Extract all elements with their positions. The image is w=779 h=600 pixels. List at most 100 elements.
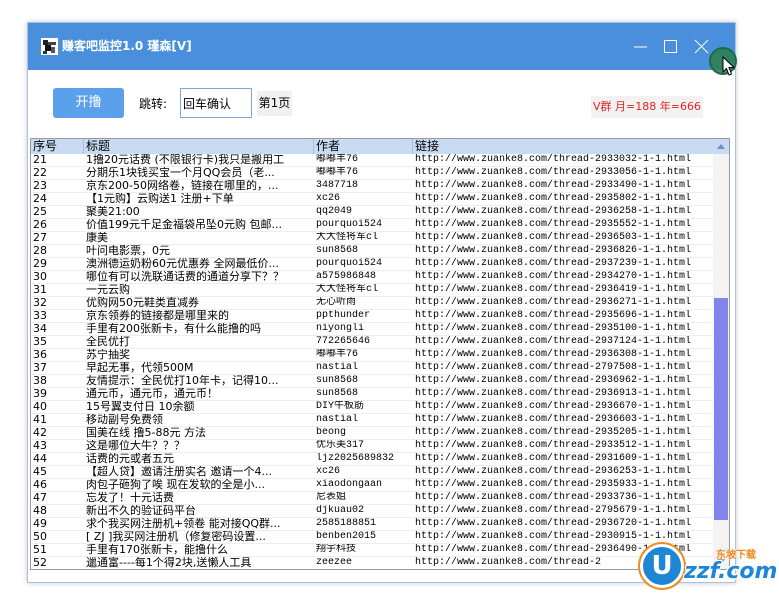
cell-author: xiaodongaan — [316, 479, 383, 490]
table-row[interactable]: 33 京东领券的链接都是哪里来的 ppthunder http://www.zuank… — [31, 310, 713, 323]
cell-link[interactable]: http://www.zuanke8.com/thread-2797508-1-… — [415, 362, 713, 375]
cell-link[interactable]: http://www.zuanke8.com/thread-2936962-1-… — [415, 375, 713, 388]
table-row[interactable]: 42 国美在线 撸5-88元 方法 beong http://www.zuanke8.… — [31, 427, 713, 440]
cell-link[interactable]: http://www.zuanke8.com/thread-2937124-1-… — [415, 336, 713, 349]
table-row[interactable]: 30 哪位有可以洗联通话费的通道分享下？？ a575986848 http://www… — [31, 271, 713, 284]
scroll-thumb[interactable] — [714, 298, 728, 520]
start-button[interactable]: 开撸 — [53, 88, 124, 118]
column-header-author[interactable]: 作者 — [314, 139, 413, 154]
cell-title: 哪位有可以洗联通话费的通道分享下？？ — [86, 271, 284, 283]
cell-author: nastial — [316, 414, 359, 425]
jump-label: 跳转: — [139, 97, 168, 111]
cell-author: sun8568 — [316, 388, 359, 399]
table-row[interactable]: 32 优购网50元鞋类直减券 无心听雨 http://www.zuanke8.com/… — [31, 297, 713, 310]
cell-link[interactable]: http://www.zuanke8.com/thread-2933512-1-… — [415, 440, 713, 453]
cell-author: 优乐美317 — [316, 440, 365, 451]
cell-link[interactable]: http://www.zuanke8.com/thread-2936253-1-… — [415, 466, 713, 479]
cell-title: 15号翼支付日 10余额 — [86, 401, 195, 413]
table-row[interactable]: 49 求个我买网注册机+领卷 能对接QQ群... 2585188851 http://… — [31, 518, 713, 531]
cell-link[interactable]: http://www.zuanke8.com/thread-2933736-1-… — [415, 492, 713, 505]
table-row[interactable]: 48 新出不久的验证码平台 djkuau02 http://www.zuanke8.c… — [31, 505, 713, 518]
table-row[interactable]: 41 移动副号免费领 nastial http://www.zuanke8.com/t… — [31, 414, 713, 427]
table-row[interactable]: 31 一元云购 大大怪将军cl http://www.zuanke8.com/thre… — [31, 284, 713, 297]
table-row[interactable]: 37 早起无事，代领500M nastial http://www.zuanke8.c… — [31, 362, 713, 375]
table-row[interactable]: 47 忘发了！十元话费 尼表姐 http://www.zuanke8.com/thre… — [31, 492, 713, 505]
table-row[interactable]: 50[ ZJ ]我买网注册机（修复密码设置... benben2015 http:/… — [31, 531, 713, 544]
column-header-title[interactable]: 标题 — [84, 139, 314, 154]
table-row[interactable]: 25 聚美21:00 qq2049 http://www.zuanke8.com/th… — [31, 206, 713, 219]
column-header-number[interactable]: 序号 — [31, 139, 84, 154]
table-row[interactable]: 22 分期乐1块钱买宝一个月QQ会员（老... 嘟嘟羊76 http://www.zu… — [31, 167, 713, 180]
cell-link[interactable]: http://www.zuanke8.com/thread-2933032-1-… — [415, 154, 713, 167]
table-row[interactable]: 51 手里有170张新卡，能撸什么 翔宇科技 http://www.zuanke8.c… — [31, 544, 713, 557]
cell-title: 手里有200张新卡，有什么能撸的吗 — [86, 323, 261, 335]
cell-link[interactable]: http://www.zuanke8.com/thread-2935696-1-… — [415, 310, 713, 323]
cell-number: 28 — [33, 245, 47, 257]
cell-author: 嘟嘟羊76 — [316, 349, 359, 360]
cell-title: 求个我买网注册机+领卷 能对接QQ群... — [86, 518, 281, 530]
cell-title: 忘发了！十元话费 — [86, 492, 174, 504]
table-row[interactable]: 34 手里有200张新卡，有什么能撸的吗 niyongli http://www.zu… — [31, 323, 713, 336]
cell-author: niyongli — [316, 323, 365, 334]
table-row[interactable]: 46 肉包子砸狗了唉 现在发软的全是小... xiaodongaan http://w… — [31, 479, 713, 492]
cell-link[interactable]: http://www.zuanke8.com/thread-2795679-1-… — [415, 505, 713, 518]
cell-author: 772265646 — [316, 336, 371, 347]
cell-number: 22 — [33, 167, 47, 179]
cell-title: 京东200-50网络卷，链接在哪里的，... — [86, 180, 279, 192]
vertical-scrollbar[interactable] — [713, 139, 729, 569]
column-header-link[interactable]: 链接 — [413, 139, 713, 154]
cell-link[interactable]: http://www.zuanke8.com/thread-2936826-1-… — [415, 245, 713, 258]
table-row[interactable]: 35 全民优打 772265646 http://www.zuanke8.com/th… — [31, 336, 713, 349]
cell-number: 45 — [33, 466, 47, 478]
cell-link[interactable]: http://www.zuanke8.com/thread-2935100-1-… — [415, 323, 713, 336]
maximize-button[interactable] — [663, 39, 678, 54]
cell-link[interactable]: http://www.zuanke8.com/thread-2935205-1-… — [415, 427, 713, 440]
cell-link[interactable]: http://www.zuanke8.com/thread-2936670-1-… — [415, 401, 713, 414]
table-row[interactable]: 27 康美 大大怪将军cl http://www.zuanke8.com/thread… — [31, 232, 713, 245]
table-row[interactable]: 45 【超人贷】邀请注册实名 邀请一个4... xc26 http://www.zua… — [31, 466, 713, 479]
cell-link[interactable]: http://www.zuanke8.com/thread-2931609-1-… — [415, 453, 713, 466]
cell-link[interactable]: http://www.zuanke8.com/thread-2937239-1-… — [415, 258, 713, 271]
cell-title: 1撸20元话费 (不限银行卡)我只是搬用工 — [86, 154, 285, 166]
minimize-icon — [634, 46, 647, 48]
table-row[interactable]: 40 15号翼支付日 10余额 DIY牛板筋 http://www.zuanke8.c… — [31, 401, 713, 414]
cell-link[interactable]: http://www.zuanke8.com/thread-2936308-1-… — [415, 349, 713, 362]
cell-link[interactable]: http://www.zuanke8.com/thread-2935802-1-… — [415, 193, 713, 206]
table-row[interactable]: 26 价值199元千足金福袋吊坠0元购 包邮... pourquoi524 http:… — [31, 219, 713, 232]
table-row[interactable]: 38 友情提示：全民优打10年卡，记得10... sun8568 http://www… — [31, 375, 713, 388]
table-row[interactable]: 23 京东200-50网络卷，链接在哪里的，... 3487718 http://ww… — [31, 180, 713, 193]
table-body: 21 1撸20元话费 (不限银行卡)我只是搬用工 嘟嘟羊76 http://www.z… — [31, 154, 713, 569]
cell-link[interactable]: http://www.zuanke8.com/thread-2936271-1-… — [415, 297, 713, 310]
table-row[interactable]: 21 1撸20元话费 (不限银行卡)我只是搬用工 嘟嘟羊76 http://www.z… — [31, 154, 713, 167]
minimize-button[interactable] — [633, 39, 648, 54]
table-row[interactable]: 39 通元币，通元币，通元币！ sun8568 http://www.zuanke8.… — [31, 388, 713, 401]
cell-link[interactable]: http://www.zuanke8.com/thread-2936419-1-… — [415, 284, 713, 297]
cell-link[interactable]: http://www.zuanke8.com/thread-2933056-1-… — [415, 167, 713, 180]
cell-link[interactable]: http://www.zuanke8.com/thread-2934270-1-… — [415, 271, 713, 284]
cell-link[interactable]: http://www.zuanke8.com/thread-2936603-1-… — [415, 414, 713, 427]
jump-input[interactable] — [180, 88, 252, 118]
cell-title: 分期乐1块钱买宝一个月QQ会员（老... — [86, 167, 275, 179]
cell-link[interactable]: http://www.zuanke8.com/thread-2936503-1-… — [415, 232, 713, 245]
scroll-up-button[interactable] — [713, 139, 729, 154]
cell-link[interactable]: http://www.zuanke8.com/thread-2936720-1-… — [415, 518, 713, 531]
table-row[interactable]: 52 邋通富----每1个得2块,送懒人工具 zeezee http://www.zu… — [31, 557, 713, 569]
cell-link[interactable]: http://www.zuanke8.com/thread-2936913-1-… — [415, 388, 713, 401]
cell-link[interactable]: http://www.zuanke8.com/thread-2936258-1-… — [415, 206, 713, 219]
cell-link[interactable]: http://www.zuanke8.com/thread-2935552-1-… — [415, 219, 713, 232]
cell-title: 聚美21:00 — [86, 206, 140, 218]
cell-link[interactable]: http://www.zuanke8.com/thread-2935933-1-… — [415, 479, 713, 492]
cell-title: 话费的元或者五元 — [86, 453, 174, 465]
table-row[interactable]: 36 苏宁抽奖 嘟嘟羊76 http://www.zuanke8.com/thread… — [31, 349, 713, 362]
cell-number: 25 — [33, 206, 47, 218]
table-row[interactable]: 43 这是哪位大牛？？？ 优乐美317 http://www.zuanke8.com/… — [31, 440, 713, 453]
table-row[interactable]: 44 话费的元或者五元 ljz2025689832 http://www.zuanke… — [31, 453, 713, 466]
table-row[interactable]: 24 【1元购】云购送1 注册+下单 xc26 http://www.zuanke8.… — [31, 193, 713, 206]
close-button[interactable] — [694, 39, 709, 54]
cell-link[interactable]: http://www.zuanke8.com/thread-2933490-1-… — [415, 180, 713, 193]
table-row[interactable]: 28 叶问电影票，0元 sun8568 http://www.zuanke8.com/… — [31, 245, 713, 258]
cell-author: a575986848 — [316, 271, 377, 282]
cell-number: 36 — [33, 349, 47, 361]
title-bar[interactable]: 赚客吧监控1.0 瑾森[V] — [28, 23, 735, 70]
table-row[interactable]: 29 澳洲德运奶粉60元优惠券 全网最低价... pourquoi524 http:/… — [31, 258, 713, 271]
